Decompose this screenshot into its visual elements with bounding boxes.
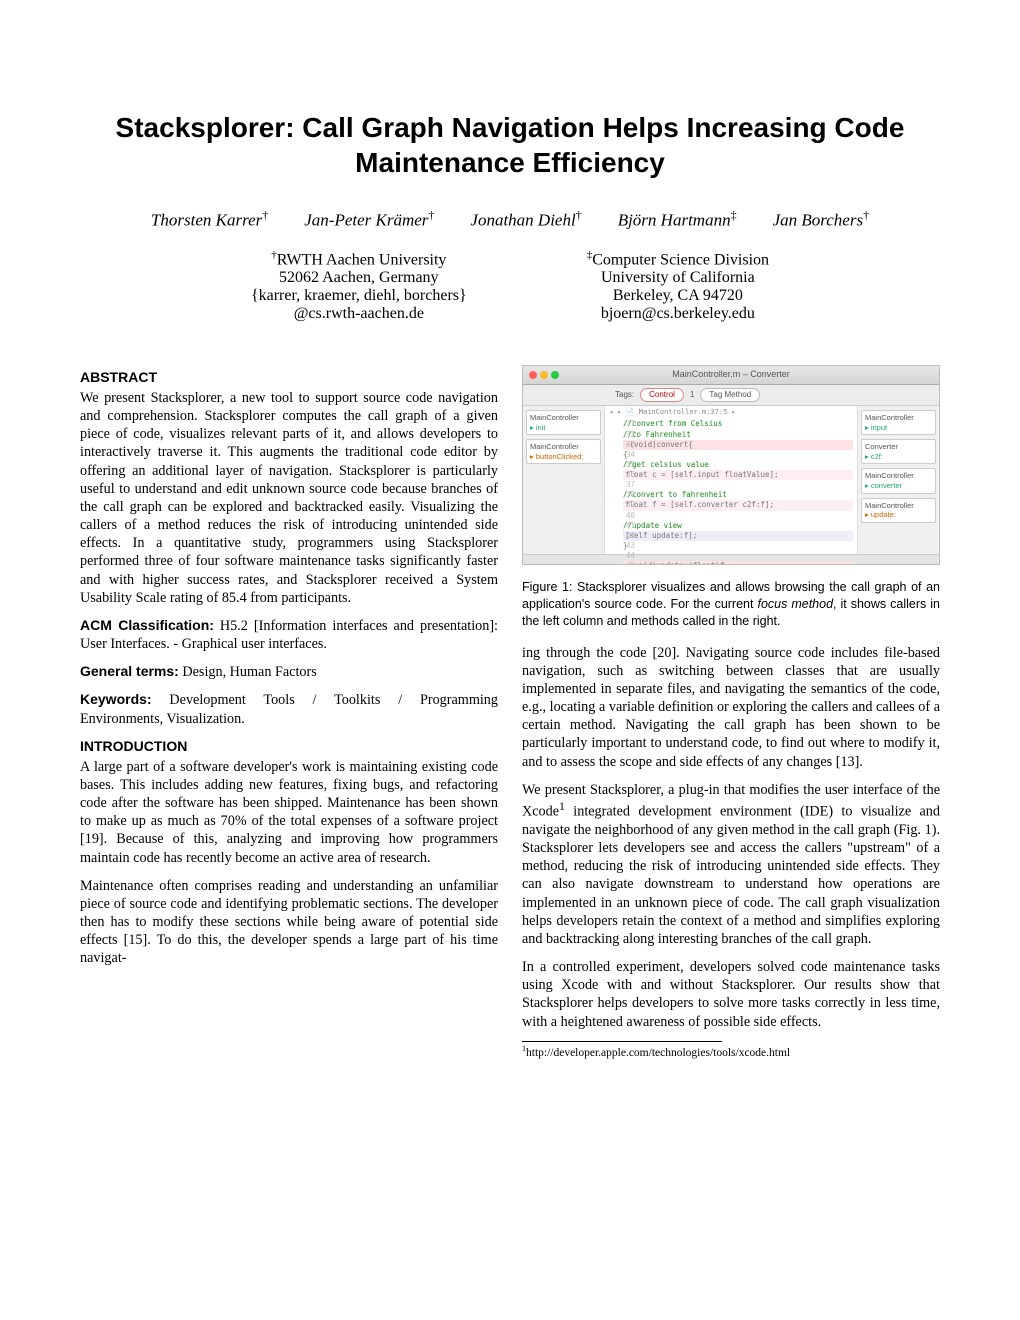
right-p2: We present Stacksplorer, a plug-in that …: [522, 781, 940, 948]
affiliation-right: ‡Computer Science DivisionUniversity of …: [587, 249, 769, 323]
paper-title: Stacksplorer: Call Graph Navigation Help…: [80, 110, 940, 180]
window-titlebar: MainController.m – Converter: [523, 366, 939, 385]
intro-p2: Maintenance often comprises reading and …: [80, 877, 498, 968]
right-p1: ing through the code [20]. Navigating so…: [522, 644, 940, 771]
two-column-body: ABSTRACT We present Stacksplorer, a new …: [80, 365, 940, 1060]
code-editor[interactable]: ◂ ▸ 📄 MainController.m:37:5 ▸31//convert…: [605, 406, 857, 554]
caption-focus-method: focus method: [757, 597, 833, 611]
column-right: MainController.m – Converter Tags: Contr…: [522, 365, 940, 1060]
figure-1: MainController.m – Converter Tags: Contr…: [522, 365, 940, 630]
intro-p1: A large part of a software developer's w…: [80, 758, 498, 867]
toolbar: Tags: Control 1 Tag Method: [523, 385, 939, 406]
figure-caption: Figure 1: Stacksplorer visualizes and al…: [522, 579, 940, 630]
traffic-lights[interactable]: [529, 371, 559, 379]
intro-heading: INTRODUCTION: [80, 738, 498, 756]
abstract-heading: ABSTRACT: [80, 369, 498, 387]
window-title: MainController.m – Converter: [672, 369, 790, 381]
callgraph-node[interactable]: MainController▸ converter: [861, 468, 936, 493]
column-left: ABSTRACT We present Stacksplorer, a new …: [80, 365, 498, 1060]
paper-page: Stacksplorer: Call Graph Navigation Help…: [0, 0, 1020, 1320]
general-text: Design, Human Factors: [179, 664, 317, 680]
zoom-icon[interactable]: [551, 371, 559, 379]
right-p3: In a controlled experiment, developers s…: [522, 958, 940, 1031]
tag-method-button[interactable]: Tag Method: [700, 388, 760, 402]
close-icon[interactable]: [529, 371, 537, 379]
keywords: Keywords: Development Tools / Toolkits /…: [80, 691, 498, 727]
author: Jan-Peter Krämer†: [304, 208, 434, 231]
tags-label: Tags:: [615, 390, 634, 400]
footnote-text: http://developer.apple.com/technologies/…: [526, 1047, 790, 1059]
callgraph-node[interactable]: MainController▸ input: [861, 410, 936, 435]
author: Thorsten Karrer†: [151, 208, 268, 231]
author-list: Thorsten Karrer† Jan-Peter Krämer† Jonatha…: [80, 208, 940, 231]
app-body: MainController▸ init MainController▸ butt…: [523, 406, 939, 554]
callgraph-node[interactable]: MainController▸ update:: [861, 498, 936, 523]
author: Björn Hartmann‡: [618, 208, 737, 231]
right-p2b: integrated development environment (IDE)…: [522, 804, 940, 947]
general-head: General terms:: [80, 663, 179, 679]
breadcrumb[interactable]: ◂ ▸ 📄 MainController.m:37:5 ▸: [609, 408, 853, 417]
callers-column: MainController▸ init MainController▸ butt…: [523, 406, 605, 554]
acm-classification: ACM Classification: H5.2 [Information in…: [80, 617, 498, 653]
callgraph-node[interactable]: Converter▸ c2f:: [861, 439, 936, 464]
callgraph-node[interactable]: MainController▸ buttonClicked:: [526, 439, 601, 464]
general-terms: General terms: Design, Human Factors: [80, 663, 498, 681]
affiliation-left: †RWTH Aachen University52062 Aachen, Ger…: [251, 249, 467, 323]
abstract-text: We present Stacksplorer, a new tool to s…: [80, 389, 498, 607]
minimize-icon[interactable]: [540, 371, 548, 379]
acm-head: ACM Classification:: [80, 617, 214, 633]
author: Jan Borchers†: [773, 208, 870, 231]
footnote-1: 1http://developer.apple.com/technologies…: [522, 1041, 722, 1061]
keywords-head: Keywords:: [80, 691, 152, 707]
affiliation-block: †RWTH Aachen University52062 Aachen, Ger…: [80, 249, 940, 323]
callees-column: MainController▸ input Converter▸ c2f: Main…: [857, 406, 939, 554]
figure-screenshot: MainController.m – Converter Tags: Contr…: [522, 365, 940, 565]
tag-control-pill[interactable]: Control: [640, 388, 684, 402]
callgraph-node[interactable]: MainController▸ init: [526, 410, 601, 435]
tag-count: 1: [690, 390, 694, 400]
author: Jonathan Diehl†: [470, 208, 581, 231]
